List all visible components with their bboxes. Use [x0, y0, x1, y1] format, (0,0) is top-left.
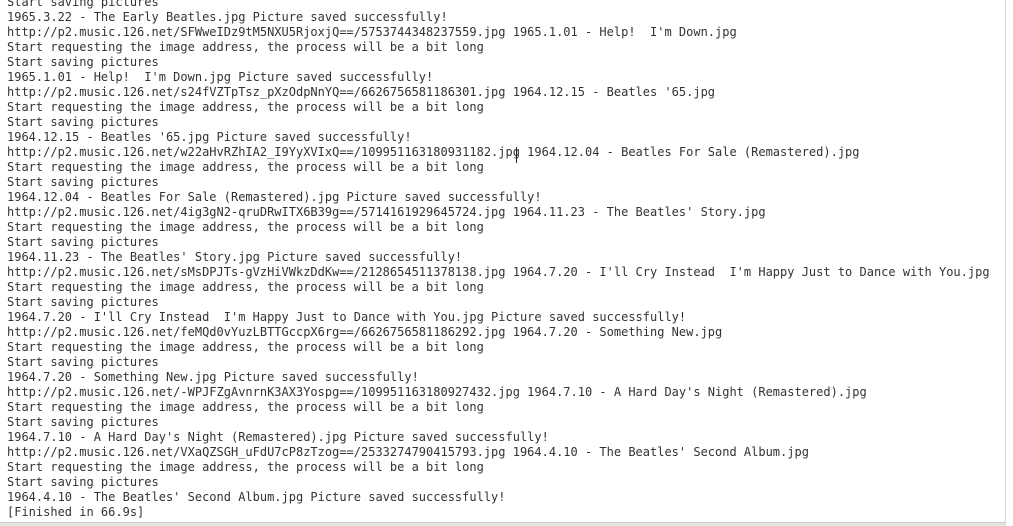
output-line: 1964.7.20 - Something New.jpg Picture sa… — [7, 370, 419, 384]
output-line: http://p2.music.126.net/4ig3gN2-qruDRwIT… — [7, 205, 766, 219]
output-line: Start requesting the image address, the … — [7, 460, 484, 474]
output-line: 1965.3.22 - The Early Beatles.jpg Pictur… — [7, 10, 448, 24]
output-line: Start requesting the image address, the … — [7, 100, 484, 114]
output-line: Start saving pictures — [7, 55, 159, 69]
output-line: Start requesting the image address, the … — [7, 280, 484, 294]
output-line: http://p2.music.126.net/feMQd0vYuzLBTTGc… — [7, 325, 723, 339]
output-line: Start requesting the image address, the … — [7, 220, 484, 234]
finished-status-line: [Finished in 66.9s] — [7, 505, 145, 519]
output-line: Start saving pictures — [7, 235, 159, 249]
panel-bottom-border — [0, 522, 1006, 526]
output-line: 1964.7.10 - A Hard Day's Night (Remaster… — [7, 430, 549, 444]
output-line: 1964.4.10 - The Beatles' Second Album.jp… — [7, 490, 506, 504]
output-line: 1965.1.01 - Help! I'm Down.jpg Picture s… — [7, 70, 434, 84]
output-line: 1964.11.23 - The Beatles' Story.jpg Pict… — [7, 250, 463, 264]
output-line: http://p2.music.126.net/sMsDPJTs-gVzHiVW… — [7, 265, 990, 279]
output-line: Start saving pictures — [7, 475, 159, 489]
output-line: 1964.12.04 - Beatles For Sale (Remastere… — [7, 190, 542, 204]
output-line: Start saving pictures — [7, 295, 159, 309]
output-line: Start requesting the image address, the … — [7, 40, 484, 54]
panel-right-border — [1005, 0, 1006, 523]
output-line: Start saving pictures — [7, 0, 159, 9]
output-text[interactable]: Start saving pictures 1965.3.22 - The Ear… — [7, 0, 990, 520]
output-line: Start saving pictures — [7, 415, 159, 429]
output-line: Start requesting the image address, the … — [7, 340, 484, 354]
output-line: http://p2.music.126.net/s24fVZTpTsz_pXzO… — [7, 85, 716, 99]
output-line: http://p2.music.126.net/w22aHvRZhIA2_I9Y… — [7, 145, 860, 159]
output-line: Start saving pictures — [7, 175, 159, 189]
output-line: Start saving pictures — [7, 355, 159, 369]
text-caret — [516, 147, 517, 163]
build-output-panel[interactable]: Start saving pictures 1965.3.22 - The Ear… — [0, 0, 1013, 526]
output-line: http://p2.music.126.net/VXaQZSGH_uFdU7cP… — [7, 445, 809, 459]
output-line: Start requesting the image address, the … — [7, 400, 484, 414]
output-line: 1964.12.15 - Beatles '65.jpg Picture sav… — [7, 130, 412, 144]
output-line: Start requesting the image address, the … — [7, 160, 484, 174]
output-line: http://p2.music.126.net/SFWweIDz9tM5NXU5… — [7, 25, 737, 39]
output-line: http://p2.music.126.net/-WPJFZgAvnrnK3AX… — [7, 385, 867, 399]
output-line: 1964.7.20 - I'll Cry Instead I'm Happy J… — [7, 310, 687, 324]
output-line: Start saving pictures — [7, 115, 159, 129]
